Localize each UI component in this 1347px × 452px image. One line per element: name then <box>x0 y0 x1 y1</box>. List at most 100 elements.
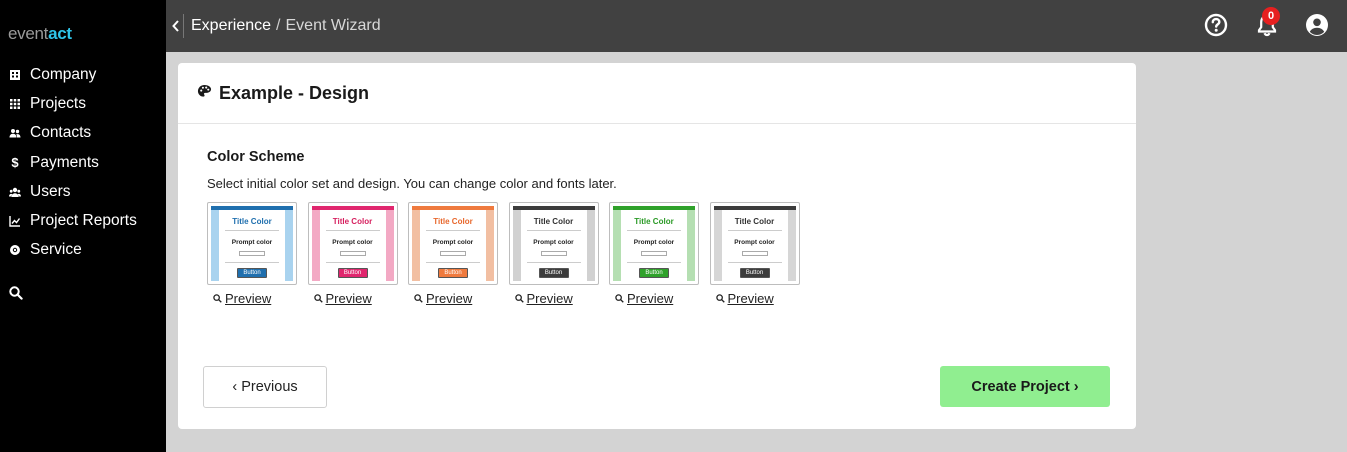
color-scheme-thumbnail[interactable]: Title Color Prompt color Button <box>408 202 498 285</box>
section-description: Select initial color set and design. You… <box>207 176 617 191</box>
sidebar-item-service[interactable]: Service <box>0 236 166 265</box>
preview-label: Preview <box>426 291 473 306</box>
thumbnail-panel: Title Color Prompt color Button <box>621 210 687 283</box>
sidebar-item-contacts[interactable]: Contacts <box>0 119 166 148</box>
thumbnail-panel: Title Color Prompt color Button <box>420 210 486 283</box>
magnifier-icon <box>414 294 423 303</box>
thumbnail-title: Title Color <box>232 217 272 226</box>
preview-link[interactable]: Preview <box>514 291 599 306</box>
dollar-icon: $ <box>11 155 19 171</box>
thumbnail-field <box>741 251 768 256</box>
color-scheme-option[interactable]: Title Color Prompt color Button Preview <box>508 202 599 306</box>
previous-button[interactable]: ‹ Previous <box>203 366 327 408</box>
thumbnail-background: Title Color Prompt color Button <box>412 206 494 283</box>
color-scheme-thumbnail[interactable]: Title Color Prompt color Button <box>508 202 599 285</box>
thumbnail-prompt: Prompt color <box>633 239 675 246</box>
preview-label: Preview <box>325 291 372 306</box>
divider <box>325 230 380 231</box>
divider <box>627 230 681 231</box>
card-header: Example - Design <box>178 63 1136 124</box>
sidebar-item-payments[interactable]: $ Payments <box>0 148 166 177</box>
thumbnail-title: Title Color <box>634 217 674 226</box>
divider <box>526 230 581 231</box>
sidebar-nav: Company Projects Contacts $ Payments Use… <box>0 60 166 265</box>
color-scheme-thumbnail[interactable]: Title Color Prompt color Button <box>207 202 297 285</box>
help-icon[interactable] <box>1204 13 1228 37</box>
sidebar-item-project-reports[interactable]: Project Reports <box>0 206 166 235</box>
magnifier-icon <box>213 294 222 303</box>
magnifier-icon <box>313 294 323 303</box>
users-icon <box>9 186 21 198</box>
thumbnail-prompt: Prompt color <box>332 239 373 246</box>
color-scheme-thumbnail[interactable]: Title Color Prompt color Button <box>709 202 800 285</box>
section-title: Color Scheme <box>207 149 305 165</box>
divider <box>627 262 681 263</box>
thumbnail-title: Title Color <box>533 217 574 226</box>
color-scheme-thumbnail[interactable]: Title Color Prompt color Button <box>609 202 699 285</box>
sidebar-item-label: Company <box>30 65 97 83</box>
people-icon <box>9 127 21 139</box>
thumbnail-button: Button <box>337 268 368 278</box>
top-bar: Experience / Event Wizard <box>166 0 1347 52</box>
preview-label: Preview <box>225 291 272 306</box>
sidebar-item-projects[interactable]: Projects <box>0 89 166 118</box>
sidebar-item-label: Users <box>30 182 71 200</box>
divider <box>325 262 380 263</box>
logo[interactable]: eventact <box>8 24 72 44</box>
sidebar-item-label: Contacts <box>30 124 92 142</box>
thumbnail-field <box>339 251 366 256</box>
preview-link[interactable]: Preview <box>414 291 498 306</box>
card-title-text: Example - Design <box>219 82 370 103</box>
thumbnail-background: Title Color Prompt color Button <box>211 206 293 283</box>
divider <box>727 262 782 263</box>
thumbnail-field <box>641 251 667 256</box>
back-button[interactable] <box>168 14 184 38</box>
preview-link[interactable]: Preview <box>313 291 398 306</box>
breadcrumb-root[interactable]: Experience <box>191 17 271 34</box>
notification-badge: 0 <box>1262 7 1280 25</box>
preview-label: Preview <box>526 291 573 306</box>
design-card: Example - Design Color Scheme Select ini… <box>178 63 1136 429</box>
divider <box>225 262 279 263</box>
sidebar-item-label: Projects <box>30 94 86 112</box>
building-icon <box>9 69 21 81</box>
thumbnail-prompt: Prompt color <box>533 239 574 246</box>
thumbnail-panel: Title Color Prompt color Button <box>520 210 587 283</box>
thumbnail-title: Title Color <box>734 217 775 226</box>
breadcrumb-current: Event Wizard <box>285 17 381 34</box>
preview-link[interactable]: Preview <box>615 291 699 306</box>
divider <box>426 230 480 231</box>
sidebar-item-label: Project Reports <box>30 212 137 230</box>
palette-icon <box>197 83 212 104</box>
create-project-button[interactable]: Create Project › <box>940 366 1110 407</box>
preview-label: Preview <box>627 291 674 306</box>
thumbnail-title: Title Color <box>433 217 473 226</box>
color-scheme-option[interactable]: Title Color Prompt color Button Preview <box>408 202 498 306</box>
thumbnail-prompt: Prompt color <box>432 239 474 246</box>
search-icon[interactable] <box>9 286 23 305</box>
account-icon[interactable] <box>1305 13 1329 37</box>
color-scheme-option[interactable]: Title Color Prompt color Button Preview <box>207 202 297 306</box>
thumbnail-title: Title Color <box>332 217 373 226</box>
color-scheme-option[interactable]: Title Color Prompt color Button Preview <box>709 202 800 306</box>
thumbnail-button: Button <box>538 268 569 278</box>
color-scheme-option[interactable]: Title Color Prompt color Button Preview <box>307 202 398 306</box>
sidebar-item-users[interactable]: Users <box>0 177 166 206</box>
divider <box>727 230 782 231</box>
sidebar: eventact Company Projects Contacts $ Pay… <box>0 0 166 452</box>
sidebar-item-company[interactable]: Company <box>0 60 166 89</box>
support-icon <box>9 244 21 256</box>
breadcrumb: Experience / Event Wizard <box>191 17 381 35</box>
color-scheme-option[interactable]: Title Color Prompt color Button Preview <box>609 202 699 306</box>
thumbnail-button: Button <box>438 268 468 278</box>
sidebar-item-label: Service <box>30 241 82 259</box>
thumbnail-field <box>239 251 265 256</box>
color-scheme-thumbnail[interactable]: Title Color Prompt color Button <box>307 202 398 285</box>
magnifier-icon <box>514 294 524 303</box>
preview-link[interactable]: Preview <box>213 291 297 306</box>
divider <box>225 230 279 231</box>
chart-line-icon <box>9 215 21 227</box>
preview-link[interactable]: Preview <box>715 291 800 306</box>
thumbnail-background: Title Color Prompt color Button <box>713 206 796 283</box>
card-title: Example - Design <box>197 83 369 104</box>
